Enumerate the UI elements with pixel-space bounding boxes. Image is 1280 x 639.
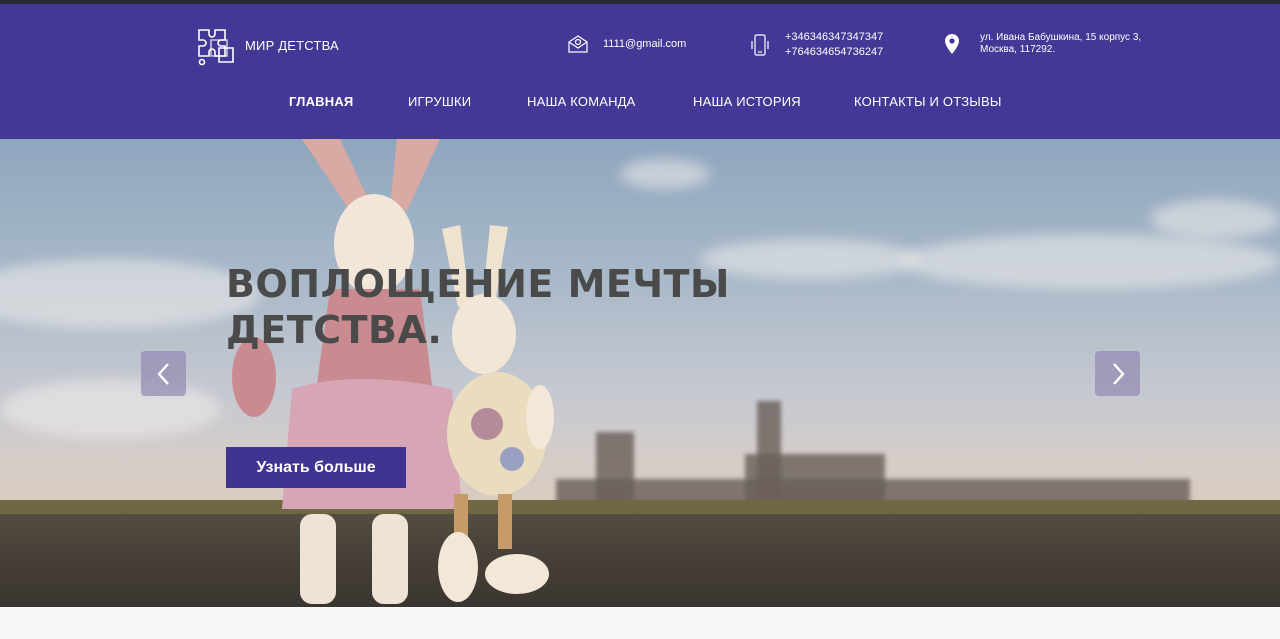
hero-cloud [0, 379, 220, 439]
hero-title-line-2: ДЕТСТВА. [226, 308, 443, 352]
nav-item-team[interactable]: НАША КОМАНДА [527, 94, 636, 109]
nav-item-contacts[interactable]: КОНТАКТЫ И ОТЗЫВЫ [854, 94, 1002, 109]
hero-slider: ВОПЛОЩЕНИЕ МЕЧТЫ ДЕТСТВА. Узнать больше [0, 139, 1280, 607]
nav-item-toys[interactable]: ИГРУШКИ [408, 94, 471, 109]
hero-title: ВОПЛОЩЕНИЕ МЕЧТЫ ДЕТСТВА. [226, 261, 786, 353]
page-content-area [0, 607, 1280, 639]
hero-cloud [900, 234, 1280, 289]
phone-number-2[interactable]: +764634654736247 [785, 45, 883, 60]
email-text[interactable]: 1111@gmail.com [603, 37, 686, 52]
stone-wall [0, 500, 1280, 607]
hero-cloud [0, 259, 260, 329]
puzzle-icon [198, 29, 234, 66]
phone-number-1[interactable]: +346346347347347 [785, 30, 883, 45]
chevron-left-icon [156, 362, 169, 385]
slider-prev-button[interactable] [141, 351, 186, 396]
phone-icon [749, 33, 771, 57]
site-header: МИР ДЕТСТВА 1111@gmail.com +346346347347… [0, 4, 1280, 139]
brand-name: МИР ДЕТСТВА [245, 37, 339, 53]
hero-cloud [1150, 199, 1280, 239]
brand-logo[interactable]: МИР ДЕТСТВА [193, 22, 339, 68]
hero-cloud [620, 159, 710, 189]
nav-item-history[interactable]: НАША ИСТОРИЯ [693, 94, 801, 109]
slider-next-button[interactable] [1095, 351, 1140, 396]
email-contact[interactable]: 1111@gmail.com [567, 34, 686, 54]
hero-title-line-1: ВОПЛОЩЕНИЕ МЕЧТЫ [226, 262, 730, 306]
toy-bunnies-image [232, 139, 554, 604]
address-line-2: Москва, 117292. [980, 44, 1056, 55]
nav-item-home[interactable]: ГЛАВНАЯ [289, 94, 353, 109]
chevron-right-icon [1112, 362, 1125, 385]
address-contact: ул. Ивана Бабушкина, 15 корпус 3, Москва… [944, 32, 1141, 56]
map-pin-icon [944, 33, 960, 55]
phone-contact[interactable]: +346346347347347 +764634654736247 [749, 30, 883, 60]
learn-more-button[interactable]: Узнать больше [226, 447, 406, 488]
envelope-icon [567, 34, 589, 54]
address-line-1: ул. Ивана Бабушкина, 15 корпус 3, [980, 32, 1142, 43]
